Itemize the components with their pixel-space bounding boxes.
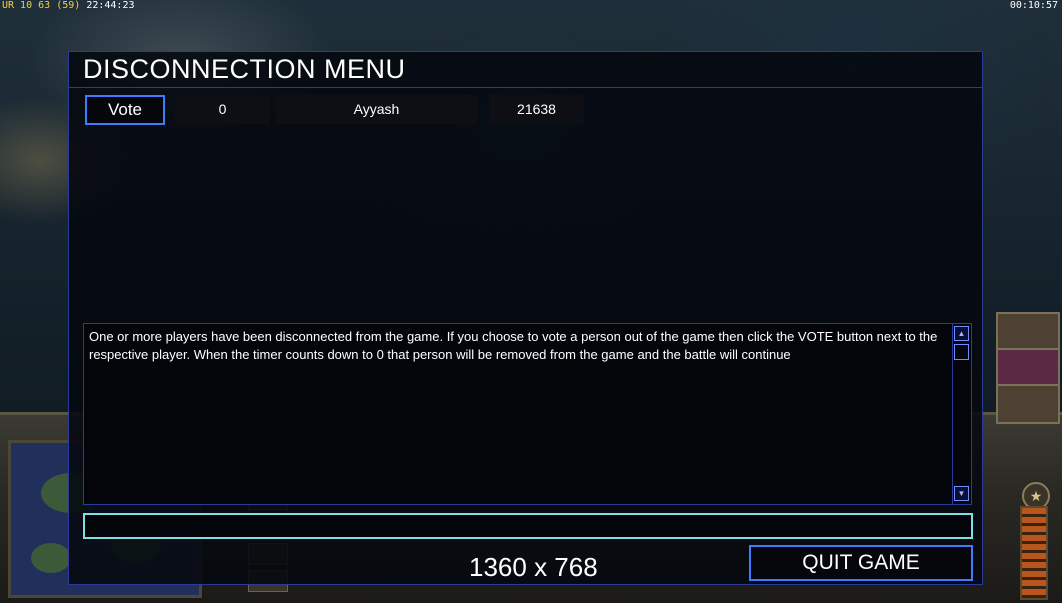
message-scrollbar[interactable]: ▲ ▼	[952, 324, 971, 504]
disconnection-dialog: DISCONNECTION MENU Vote 0 Ayyash 21638 O…	[68, 51, 983, 585]
hud-status-prefix: UR 10 63	[2, 0, 51, 11]
power-meter	[1020, 506, 1048, 600]
player-ping: 21638	[489, 95, 584, 124]
scroll-down-arrow-icon[interactable]: ▼	[954, 486, 969, 501]
unit-cameo-2[interactable]	[996, 348, 1060, 388]
vote-button[interactable]: Vote	[85, 95, 165, 125]
scroll-up-arrow-icon[interactable]: ▲	[954, 326, 969, 341]
chat-input[interactable]	[83, 513, 973, 539]
hud-status-bracket: (59)	[56, 0, 81, 11]
message-listbox[interactable]: One or more players have been disconnect…	[83, 323, 972, 505]
title-divider	[69, 87, 982, 88]
player-vote-count: 0	[175, 95, 270, 124]
unit-cameo-3[interactable]	[996, 384, 1060, 424]
unit-cameo-1[interactable]	[996, 312, 1060, 352]
player-name: Ayyash	[276, 95, 477, 124]
hud-game-timer: 00:10:57	[1009, 0, 1058, 11]
hud-clock: 22:44:23	[86, 0, 135, 11]
resolution-readout: 1360 x 768	[469, 552, 598, 582]
scroll-thumb[interactable]	[954, 344, 969, 360]
hud-status-readout: UR 10 63 (59) 22:44:23	[2, 0, 135, 11]
disconnect-message: One or more players have been disconnect…	[89, 329, 938, 362]
dialog-title: DISCONNECTION MENU	[83, 54, 406, 84]
quit-game-button[interactable]: QUIT GAME	[749, 545, 973, 581]
